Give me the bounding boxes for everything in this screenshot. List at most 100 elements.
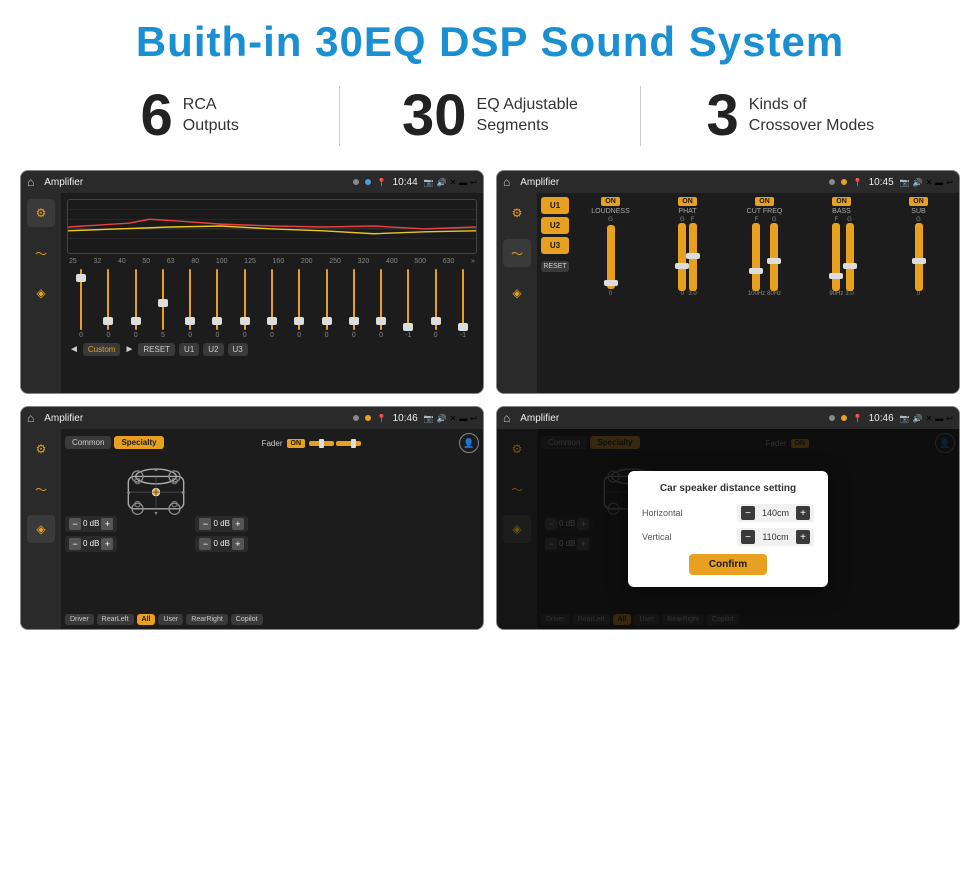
eq-reset-btn[interactable]: RESET: [138, 343, 175, 356]
fader-fl-plus[interactable]: +: [101, 518, 113, 530]
fader-back-icon: ↩: [470, 414, 477, 423]
stat-number-crossover: 3: [707, 87, 739, 145]
dialog-vertical-row: Vertical − 110cm +: [642, 528, 814, 546]
xover-loudness: ON LOUDNESS G 0: [574, 197, 647, 297]
fader-sidebar-speaker[interactable]: ◈: [27, 515, 55, 543]
xover-loudness-on[interactable]: ON: [601, 197, 620, 206]
eq-slider-11[interactable]: 0: [369, 269, 393, 339]
xover-reset-btn[interactable]: RESET: [541, 261, 569, 272]
eq-slider-12[interactable]: -1: [396, 269, 420, 339]
dialog-vertical-label: Vertical: [642, 532, 731, 542]
xover-sidebar-wave[interactable]: 〜: [503, 239, 531, 267]
fader-rr-minus[interactable]: −: [199, 538, 211, 550]
fader-sidebar-filter[interactable]: ⚙: [27, 435, 55, 463]
fader-tabs: Common Specialty: [65, 436, 164, 449]
eq-sidebar-filter[interactable]: ⚙: [27, 199, 55, 227]
eq-custom-btn[interactable]: Custom: [83, 343, 121, 356]
eq-slider-14[interactable]: -1: [451, 269, 475, 339]
home-icon-xover[interactable]: ⌂: [503, 175, 510, 189]
home-icon-fader[interactable]: ⌂: [27, 411, 34, 425]
eq-u3-btn[interactable]: U3: [228, 343, 248, 356]
eq-next-btn[interactable]: ►: [124, 344, 134, 355]
eq-u1-btn[interactable]: U1: [179, 343, 199, 356]
xover-dot-1: [829, 179, 835, 185]
xover-u1-btn[interactable]: U1: [541, 197, 569, 214]
speaker-distance-dialog: Car speaker distance setting Horizontal …: [628, 471, 828, 587]
dialog-horizontal-control: − 140cm +: [737, 504, 814, 522]
svg-text:▲: ▲: [154, 467, 159, 473]
fader-rl-minus[interactable]: −: [69, 538, 81, 550]
xover-presets: U1 U2 U3 RESET: [541, 197, 569, 389]
eq-sidebar-speaker[interactable]: ◈: [27, 279, 55, 307]
xover-camera-icon: 📷: [900, 178, 910, 187]
xover-u3-btn[interactable]: U3: [541, 237, 569, 254]
xover-u2-btn[interactable]: U2: [541, 217, 569, 234]
eq-slider-5[interactable]: 0: [205, 269, 229, 339]
fader-d-volume-icon: 🔊: [913, 414, 923, 423]
fader-d-screen-title: Amplifier: [520, 413, 822, 424]
fader-rearleft-btn[interactable]: RearLeft: [97, 614, 134, 625]
fader-driver-btn[interactable]: Driver: [65, 614, 94, 625]
fader-sidebar-wave[interactable]: 〜: [27, 475, 55, 503]
dialog-confirm-button[interactable]: Confirm: [689, 554, 767, 575]
dialog-horizontal-minus[interactable]: −: [741, 506, 755, 520]
fader-status-bar: ⌂ Amplifier 📍 10:46 📷 🔊 ✕ ▬ ↩: [21, 407, 483, 429]
xover-cutfreq-on[interactable]: ON: [755, 197, 774, 206]
fader-camera-icon: 📷: [424, 414, 434, 423]
xover-bass-on[interactable]: ON: [832, 197, 851, 206]
back-icon: ↩: [470, 178, 477, 187]
xover-minimize-icon: ▬: [935, 178, 943, 187]
fader-dot-1: [353, 415, 359, 421]
fader-fr-plus[interactable]: +: [232, 518, 244, 530]
fader-all-btn[interactable]: All: [137, 614, 156, 625]
status-dot-2: [365, 179, 371, 185]
xover-phat-on[interactable]: ON: [678, 197, 697, 206]
dialog-vertical-control: − 110cm +: [737, 528, 814, 546]
fader-common-tab[interactable]: Common: [65, 436, 111, 449]
screenshots-grid: ⌂ Amplifier 📍 10:44 📷 🔊 ✕ ▬ ↩ ⚙ 〜 ◈: [0, 164, 980, 650]
eq-slider-7[interactable]: 0: [260, 269, 284, 339]
fader-volume-icon: 🔊: [437, 414, 447, 423]
eq-slider-3[interactable]: 5: [151, 269, 175, 339]
stat-crossover: 3 Kinds of Crossover Modes: [641, 87, 940, 145]
eq-screen-title: Amplifier: [44, 177, 346, 188]
xover-sidebar-filter[interactable]: ⚙: [503, 199, 531, 227]
dialog-vertical-plus[interactable]: +: [796, 530, 810, 544]
eq-slider-4[interactable]: 0: [178, 269, 202, 339]
eq-slider-1[interactable]: 0: [96, 269, 120, 339]
xover-phat: ON PHAT G 0: [651, 197, 724, 297]
home-icon-fader-d[interactable]: ⌂: [503, 411, 510, 425]
eq-slider-6[interactable]: 0: [233, 269, 257, 339]
home-icon[interactable]: ⌂: [27, 175, 34, 189]
fader-specialty-tab[interactable]: Specialty: [114, 436, 163, 449]
eq-u2-btn[interactable]: U2: [203, 343, 223, 356]
eq-slider-9[interactable]: 0: [314, 269, 338, 339]
fader-copilot-btn[interactable]: Copilot: [231, 614, 263, 625]
dialog-overlay: Car speaker distance setting Horizontal …: [497, 429, 959, 629]
dialog-vertical-minus[interactable]: −: [741, 530, 755, 544]
dialog-horizontal-plus[interactable]: +: [796, 506, 810, 520]
xover-sidebar-speaker[interactable]: ◈: [503, 279, 531, 307]
fader-profile-btn[interactable]: 👤: [459, 433, 479, 453]
fader-on-btn[interactable]: ON: [287, 439, 306, 448]
dialog-vertical-value: 110cm: [758, 532, 793, 542]
eq-slider-8[interactable]: 0: [287, 269, 311, 339]
fader-rr-plus[interactable]: +: [232, 538, 244, 550]
eq-slider-13[interactable]: 0: [423, 269, 447, 339]
xover-sub-on[interactable]: ON: [909, 197, 928, 206]
fader-fr-minus[interactable]: −: [199, 518, 211, 530]
xover-close-icon: ✕: [926, 178, 933, 187]
xover-status-bar: ⌂ Amplifier 📍 10:45 📷 🔊 ✕ ▬ ↩: [497, 171, 959, 193]
eq-slider-0[interactable]: 0: [69, 269, 93, 339]
fader-rearright-btn[interactable]: RearRight: [186, 614, 228, 625]
xover-bass: ON BASS F 90Hz: [805, 197, 878, 297]
fader-fl-minus[interactable]: −: [69, 518, 81, 530]
eq-slider-2[interactable]: 0: [124, 269, 148, 339]
fader-user-btn[interactable]: User: [158, 614, 183, 625]
eq-freq-labels: 25 32 40 50 63 80 100 125 160 200 250 32…: [67, 258, 477, 265]
fader-rr-val: 0 dB: [213, 539, 229, 548]
eq-prev-btn[interactable]: ◄: [69, 344, 79, 355]
eq-sidebar-wave[interactable]: 〜: [27, 239, 55, 267]
eq-slider-10[interactable]: 0: [342, 269, 366, 339]
fader-rl-plus[interactable]: +: [101, 538, 113, 550]
